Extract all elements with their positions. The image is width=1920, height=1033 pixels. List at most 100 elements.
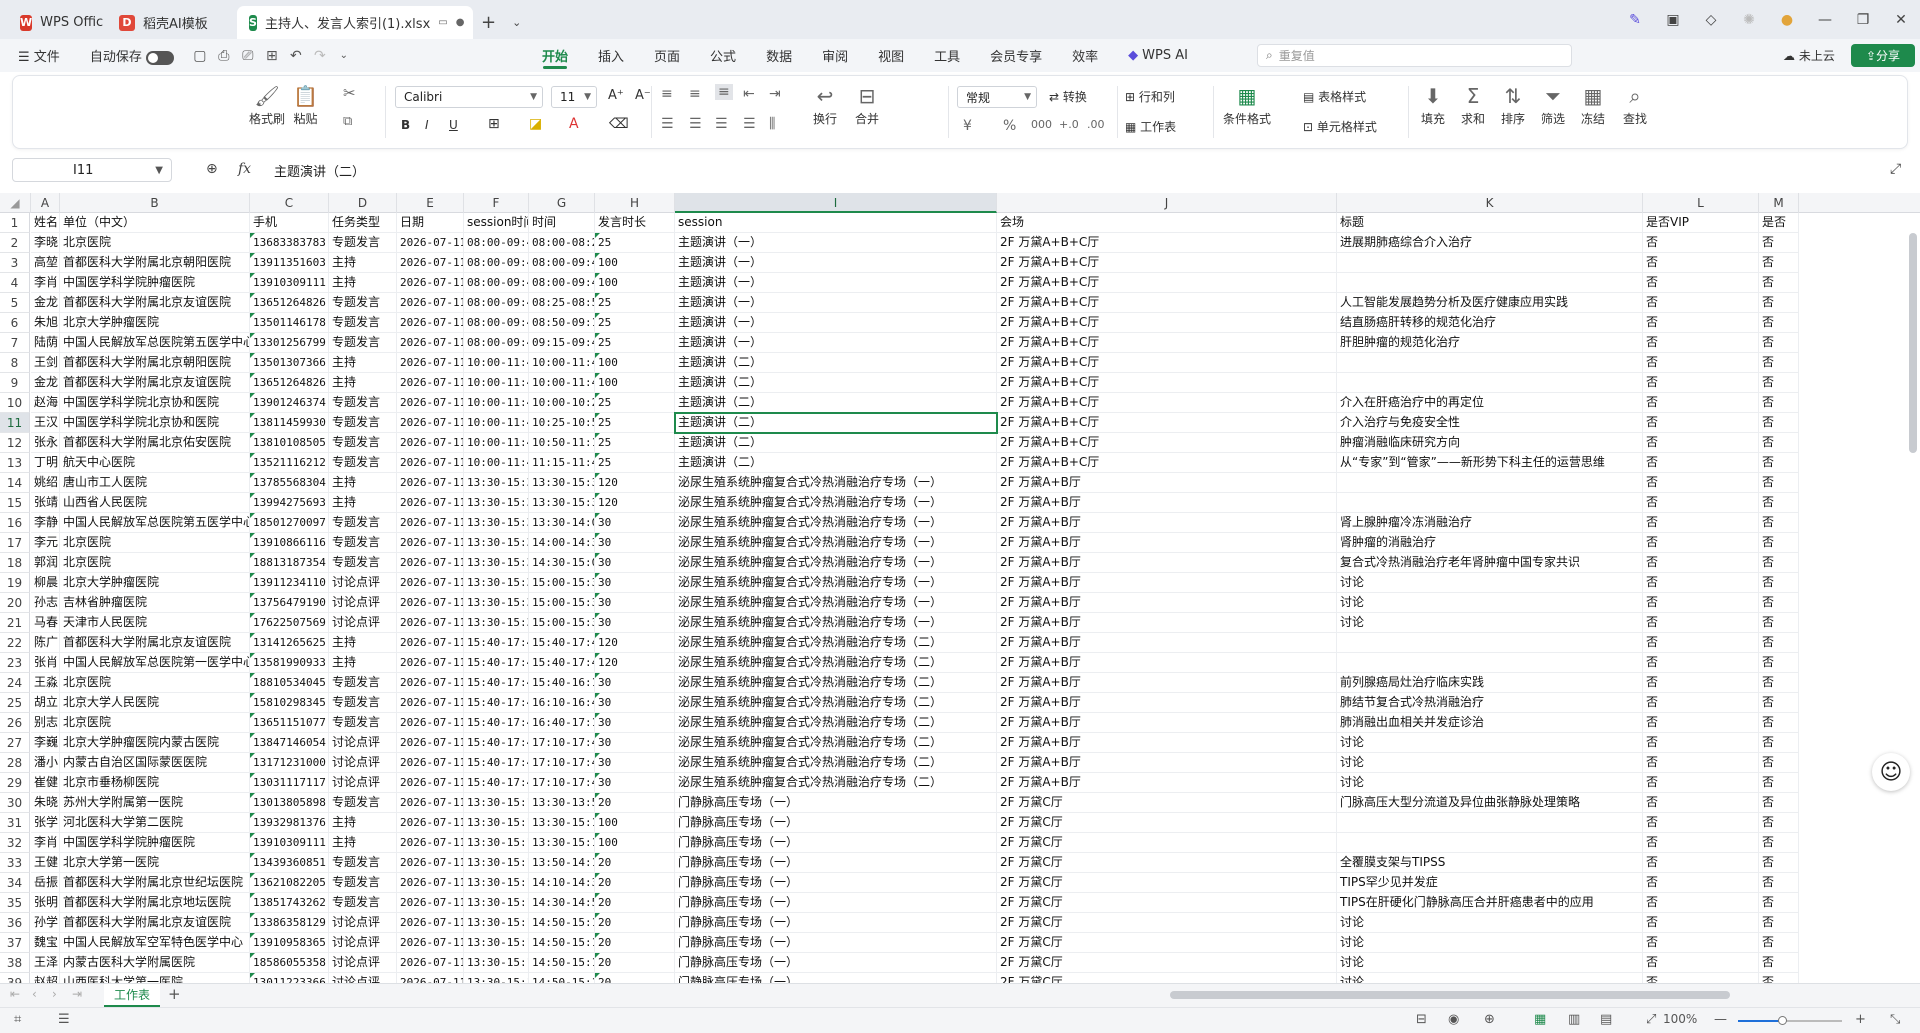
cell-m18[interactable]: 否: [1759, 553, 1799, 573]
row-header[interactable]: 29: [0, 773, 30, 793]
cell-f15[interactable]: 13:30-15:30: [464, 493, 529, 513]
cell-c12[interactable]: 13810108505: [250, 433, 329, 453]
cell-d21[interactable]: 讨论点评: [329, 613, 397, 633]
cell-m27[interactable]: 否: [1759, 733, 1799, 753]
cell-j38[interactable]: 2F 万黛C厅: [997, 953, 1337, 973]
cell-a15[interactable]: 张靖: [31, 493, 60, 513]
cell-c29[interactable]: 13031117117: [250, 773, 329, 793]
cell-h18[interactable]: 30: [595, 553, 675, 573]
cell-c27[interactable]: 13847146054: [250, 733, 329, 753]
format-painter-button[interactable]: 🖌 格式刷: [249, 82, 285, 127]
cell-h20[interactable]: 30: [595, 593, 675, 613]
cell-f35[interactable]: 13:30-15:10: [464, 893, 529, 913]
cell-l18[interactable]: 否: [1643, 553, 1759, 573]
cell-i4[interactable]: 主题演讲（一）: [675, 273, 997, 293]
cell-a23[interactable]: 张肖: [31, 653, 60, 673]
align-center-icon[interactable]: ☰: [689, 116, 702, 132]
row-header[interactable]: 1: [0, 213, 30, 233]
cell-k25[interactable]: 肺结节复合式冷热消融治疗: [1337, 693, 1643, 713]
cell-c10[interactable]: 13901246374: [250, 393, 329, 413]
cell-d7[interactable]: 专题发言: [329, 333, 397, 353]
justify-icon[interactable]: ☰: [743, 116, 756, 132]
row-header[interactable]: 28: [0, 753, 30, 773]
cell-g11[interactable]: 10:25-10:50: [529, 413, 595, 433]
cell-m7[interactable]: 否: [1759, 333, 1799, 353]
italic-icon[interactable]: I: [425, 118, 429, 132]
rows-cols-button[interactable]: ⊞ 行和列: [1125, 88, 1175, 105]
row-header[interactable]: 25: [0, 693, 30, 713]
cell-b38[interactable]: 内蒙古医科大学附属医院: [60, 953, 250, 973]
zoom-in-icon[interactable]: +: [1855, 1012, 1866, 1027]
cell-a27[interactable]: 李巍: [31, 733, 60, 753]
cube-icon[interactable]: ◇: [1692, 12, 1730, 28]
cell-k23[interactable]: [1337, 653, 1643, 673]
cell-i21[interactable]: 泌尿生殖系统肿瘤复合式冷热消融治疗专场（一）: [675, 613, 997, 633]
cell-c1[interactable]: 手机: [250, 213, 329, 233]
row-header[interactable]: 5: [0, 293, 30, 313]
cell-d28[interactable]: 讨论点评: [329, 753, 397, 773]
cell-e23[interactable]: 2026-07-11: [397, 653, 464, 673]
cell-j2[interactable]: 2F 万黛A+B+C厅: [997, 233, 1337, 253]
file-menu[interactable]: ☰ 文件: [10, 46, 68, 65]
formula-input[interactable]: 主题演讲（二）: [274, 161, 365, 180]
cell-d19[interactable]: 讨论点评: [329, 573, 397, 593]
cell-l21[interactable]: 否: [1643, 613, 1759, 633]
cell-m6[interactable]: 否: [1759, 313, 1799, 333]
cell-e10[interactable]: 2026-07-11: [397, 393, 464, 413]
row-header[interactable]: 23: [0, 653, 30, 673]
cell-m12[interactable]: 否: [1759, 433, 1799, 453]
cell-b34[interactable]: 首都医科大学附属北京世纪坛医院: [60, 873, 250, 893]
row-header[interactable]: 14: [0, 473, 30, 493]
cell-e16[interactable]: 2026-07-11: [397, 513, 464, 533]
row-header[interactable]: 35: [0, 893, 30, 913]
next-sheet-icon[interactable]: ›: [52, 987, 57, 1001]
cell-b17[interactable]: 北京医院: [60, 533, 250, 553]
filter-button[interactable]: ⏷ 筛选: [1541, 82, 1565, 127]
cell-g14[interactable]: 13:30-15:30: [529, 473, 595, 493]
decimal-decrease-icon[interactable]: .00: [1087, 118, 1105, 131]
cell-f11[interactable]: 10:00-11:40: [464, 413, 529, 433]
cell-b29[interactable]: 北京市垂杨柳医院: [60, 773, 250, 793]
cell-a9[interactable]: 金龙: [31, 373, 60, 393]
cell-f36[interactable]: 13:30-15:10: [464, 913, 529, 933]
cell-k38[interactable]: 讨论: [1337, 953, 1643, 973]
cell-k3[interactable]: [1337, 253, 1643, 273]
row-header[interactable]: 32: [0, 833, 30, 853]
cell-l34[interactable]: 否: [1643, 873, 1759, 893]
cell-h5[interactable]: 25: [595, 293, 675, 313]
fill-color-icon[interactable]: ◪: [529, 116, 542, 132]
cell-l3[interactable]: 否: [1643, 253, 1759, 273]
cell-g36[interactable]: 14:50-15:10: [529, 913, 595, 933]
cell-e26[interactable]: 2026-07-11: [397, 713, 464, 733]
cell-a2[interactable]: 李晓: [31, 233, 60, 253]
wrap-text-button[interactable]: ↩ 换行: [813, 82, 837, 127]
row-header[interactable]: 26: [0, 713, 30, 733]
cell-e35[interactable]: 2026-07-11: [397, 893, 464, 913]
eye-icon[interactable]: ◉: [1448, 1012, 1459, 1027]
cell-h38[interactable]: 20: [595, 953, 675, 973]
cell-j28[interactable]: 2F 万黛A+B厅: [997, 753, 1337, 773]
cell-m26[interactable]: 否: [1759, 713, 1799, 733]
cell-e37[interactable]: 2026-07-11: [397, 933, 464, 953]
cell-k26[interactable]: 肺消融出血相关并发症诊治: [1337, 713, 1643, 733]
column-header-e[interactable]: E: [397, 193, 464, 213]
cell-m8[interactable]: 否: [1759, 353, 1799, 373]
tab-member[interactable]: 会员专享: [975, 39, 1057, 72]
cell-a11[interactable]: 王汉: [31, 413, 60, 433]
tab-formula[interactable]: 公式: [695, 39, 751, 72]
cell-c15[interactable]: 13994275693: [250, 493, 329, 513]
cell-k35[interactable]: TIPS在肝硬化门静脉高压合并肝癌患者中的应用: [1337, 893, 1643, 913]
cell-e30[interactable]: 2026-07-11: [397, 793, 464, 813]
cell-g25[interactable]: 16:10-16:40: [529, 693, 595, 713]
cell-m24[interactable]: 否: [1759, 673, 1799, 693]
cell-b35[interactable]: 首都医科大学附属北京地坛医院: [60, 893, 250, 913]
cell-j1[interactable]: 会场: [997, 213, 1337, 233]
tab-efficiency[interactable]: 效率: [1057, 39, 1113, 72]
cell-h4[interactable]: 100: [595, 273, 675, 293]
cell-a38[interactable]: 王泽: [31, 953, 60, 973]
cell-g4[interactable]: 08:00-09:40: [529, 273, 595, 293]
row-header[interactable]: 12: [0, 433, 30, 453]
cell-m19[interactable]: 否: [1759, 573, 1799, 593]
cell-c31[interactable]: 13932981376: [250, 813, 329, 833]
undo-icon[interactable]: ↶: [284, 48, 308, 64]
